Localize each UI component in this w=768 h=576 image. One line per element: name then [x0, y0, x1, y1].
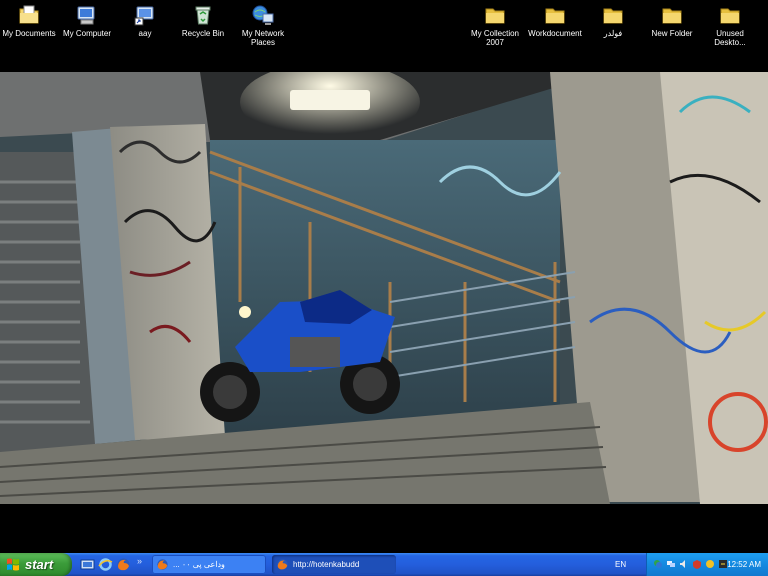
- quick-launch-chevron-icon[interactable]: »: [137, 556, 142, 566]
- ie-icon[interactable]: [98, 557, 113, 572]
- desktop-icon-workdocument[interactable]: Workdocument: [526, 2, 584, 38]
- my-documents-icon: [19, 5, 39, 24]
- desktop-icon-my-documents[interactable]: My Documents: [0, 2, 58, 38]
- folder-icon: [603, 8, 623, 24]
- firefox-icon: [157, 559, 168, 570]
- task-button-1[interactable]: ... وداعی پی ۰۰: [152, 555, 266, 574]
- volume-icon[interactable]: [679, 559, 689, 569]
- folder-icon: [545, 8, 565, 24]
- system-tray: 12:52 AM: [646, 553, 768, 576]
- folder-icon: [662, 8, 682, 24]
- folder-icon: [485, 8, 505, 24]
- folder-icon: [720, 8, 740, 24]
- messenger-icon[interactable]: [653, 559, 663, 569]
- windows-flag-icon: [7, 558, 19, 571]
- my-computer-icon: [77, 6, 95, 25]
- firefox-icon: [277, 559, 288, 570]
- update-icon[interactable]: [705, 559, 715, 569]
- desktop-icon-aay[interactable]: aay: [116, 2, 174, 38]
- desktop-icon-recycle-bin[interactable]: Recycle Bin: [174, 2, 232, 38]
- show-desktop-icon[interactable]: [80, 557, 95, 572]
- recycle-bin-icon: [195, 6, 211, 25]
- desktop-icon-my-network-places[interactable]: My Network Places: [234, 2, 292, 47]
- desktop-icon-persian-folder[interactable]: فولدر: [584, 2, 642, 38]
- task-button-2[interactable]: http://hotenkabudd: [272, 555, 396, 574]
- desktop-icon-unused-desktop-shortcuts[interactable]: Unused Deskto...: [701, 2, 759, 47]
- start-button[interactable]: start: [0, 553, 72, 576]
- desktop-icon-my-collection-2007[interactable]: My Collection 2007: [466, 2, 524, 47]
- desktop-icon-my-computer[interactable]: My Computer: [58, 2, 116, 38]
- network-icon[interactable]: [666, 559, 676, 569]
- desktop-icon-new-folder[interactable]: New Folder: [643, 2, 701, 38]
- taskbar: start » ... وداعی پی ۰۰ http://hotenkabu…: [0, 553, 768, 576]
- language-indicator[interactable]: EN: [615, 553, 626, 576]
- desktop-wallpaper: [0, 72, 768, 504]
- start-label: start: [25, 557, 54, 572]
- computer-shortcut-icon: [134, 6, 154, 26]
- security-icon[interactable]: [692, 559, 702, 569]
- firefox-icon[interactable]: [116, 557, 131, 572]
- network-places-icon: [252, 5, 274, 25]
- clock[interactable]: 12:52 AM: [727, 553, 761, 576]
